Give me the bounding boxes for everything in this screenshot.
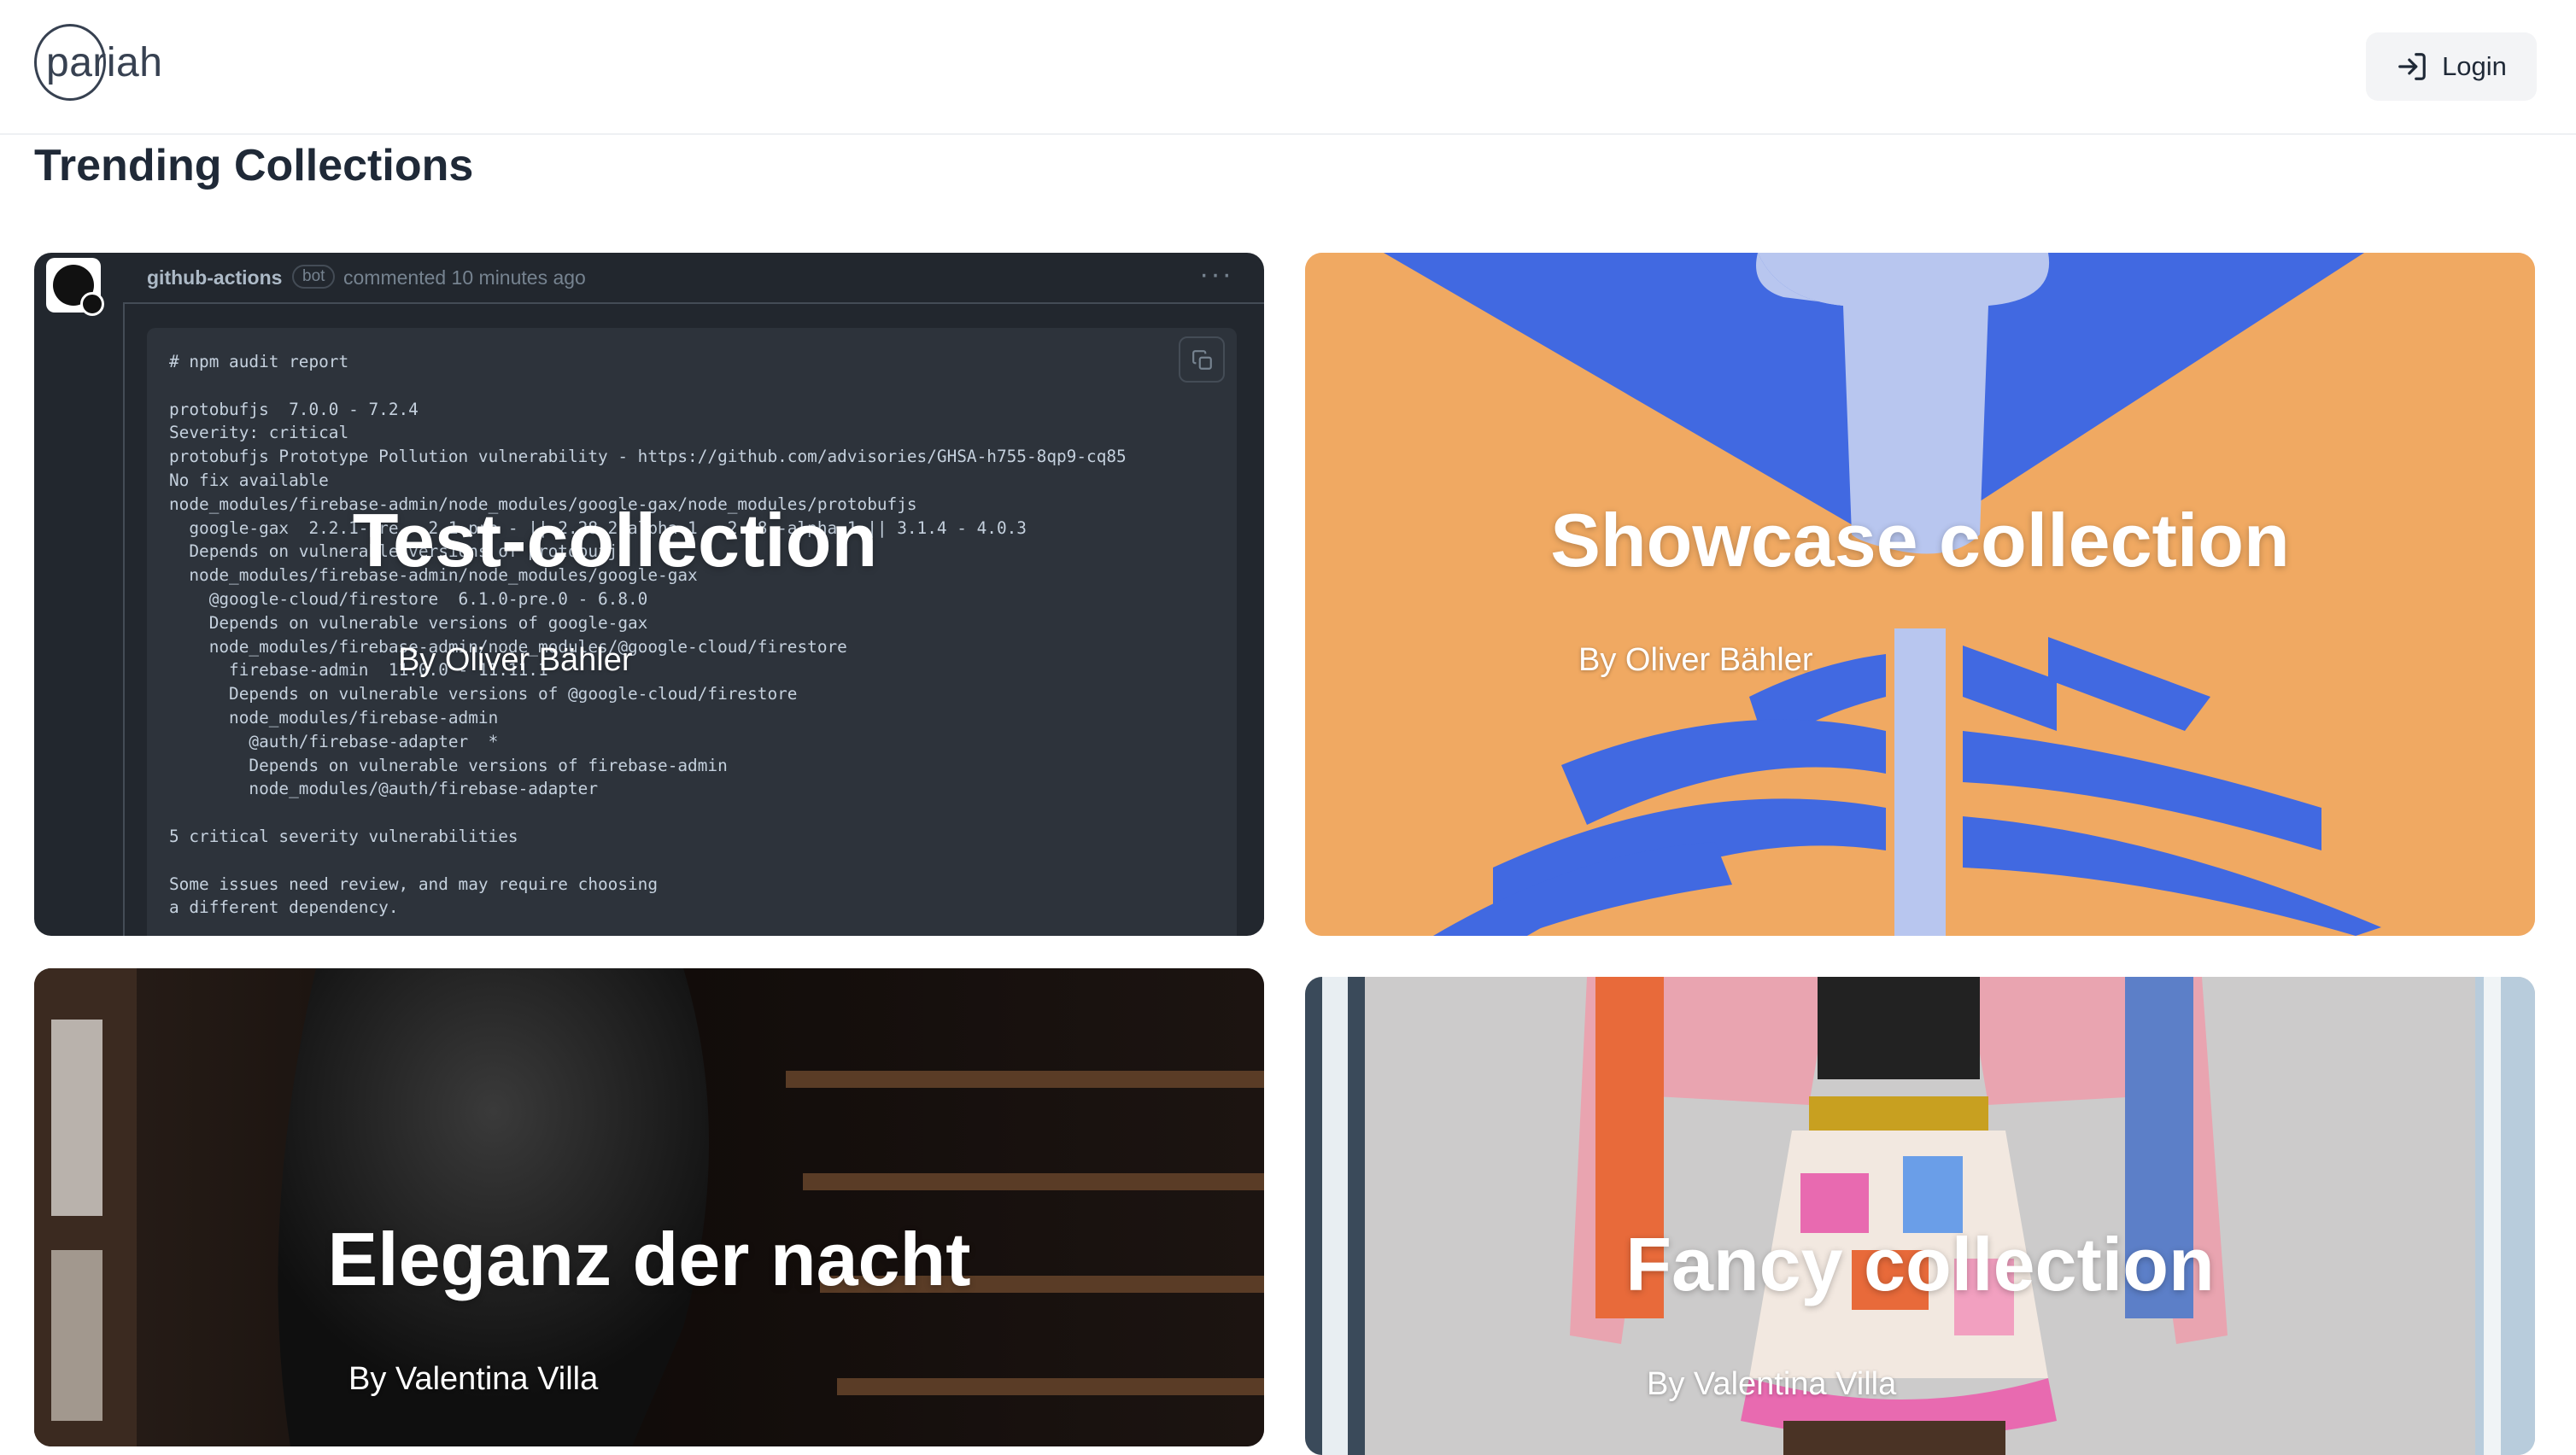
comment-user: github-actions <box>147 266 283 289</box>
section-title: Trending Collections <box>34 141 474 190</box>
collection-card-fancy[interactable]: Fancy collection By Valentina Villa <box>1305 977 2535 1455</box>
collection-author: By Valentina Villa <box>1647 1366 1897 1402</box>
card-image-crochet-photo <box>1305 977 2535 1455</box>
collection-title: Showcase collection <box>1550 498 2290 582</box>
collection-card-test[interactable]: github-actions bot commented 10 minutes … <box>34 253 1264 936</box>
collection-card-eleganz[interactable]: Eleganz der nacht By Valentina Villa <box>34 968 1264 1446</box>
login-label: Login <box>2442 51 2507 81</box>
pariah-logo[interactable]: pariah <box>34 24 162 101</box>
github-avatar-icon <box>46 258 104 316</box>
bot-badge: bot <box>292 265 336 289</box>
card-image-github-comment: github-actions bot commented 10 minutes … <box>34 253 1264 936</box>
copy-icon <box>1179 336 1225 383</box>
collection-card-showcase[interactable]: Showcase collection By Oliver Bähler <box>1305 253 2535 936</box>
collection-author: By Valentina Villa <box>348 1361 599 1397</box>
collection-author: By Oliver Bähler <box>398 642 633 678</box>
card-image-night-dress-photo <box>34 968 1264 1446</box>
collection-title: Fancy collection <box>1625 1222 2215 1306</box>
more-horizontal-icon: ··· <box>1199 258 1233 290</box>
comment-meta: commented 10 minutes ago <box>343 266 586 289</box>
login-button[interactable]: Login <box>2366 32 2537 101</box>
logo-text: pariah <box>46 39 163 85</box>
card-image-illustration <box>1305 253 2535 936</box>
collection-author: By Oliver Bähler <box>1578 642 1813 678</box>
collection-title: Test-collection <box>352 498 878 582</box>
code-text: # npm audit report protobufjs 7.0.0 - 7.… <box>169 352 1127 918</box>
code-block: # npm audit report protobufjs 7.0.0 - 7.… <box>147 328 1237 936</box>
login-arrow-icon <box>2398 53 2426 80</box>
collection-title: Eleganz der nacht <box>327 1217 971 1301</box>
top-nav: pariah Login <box>0 0 2576 135</box>
